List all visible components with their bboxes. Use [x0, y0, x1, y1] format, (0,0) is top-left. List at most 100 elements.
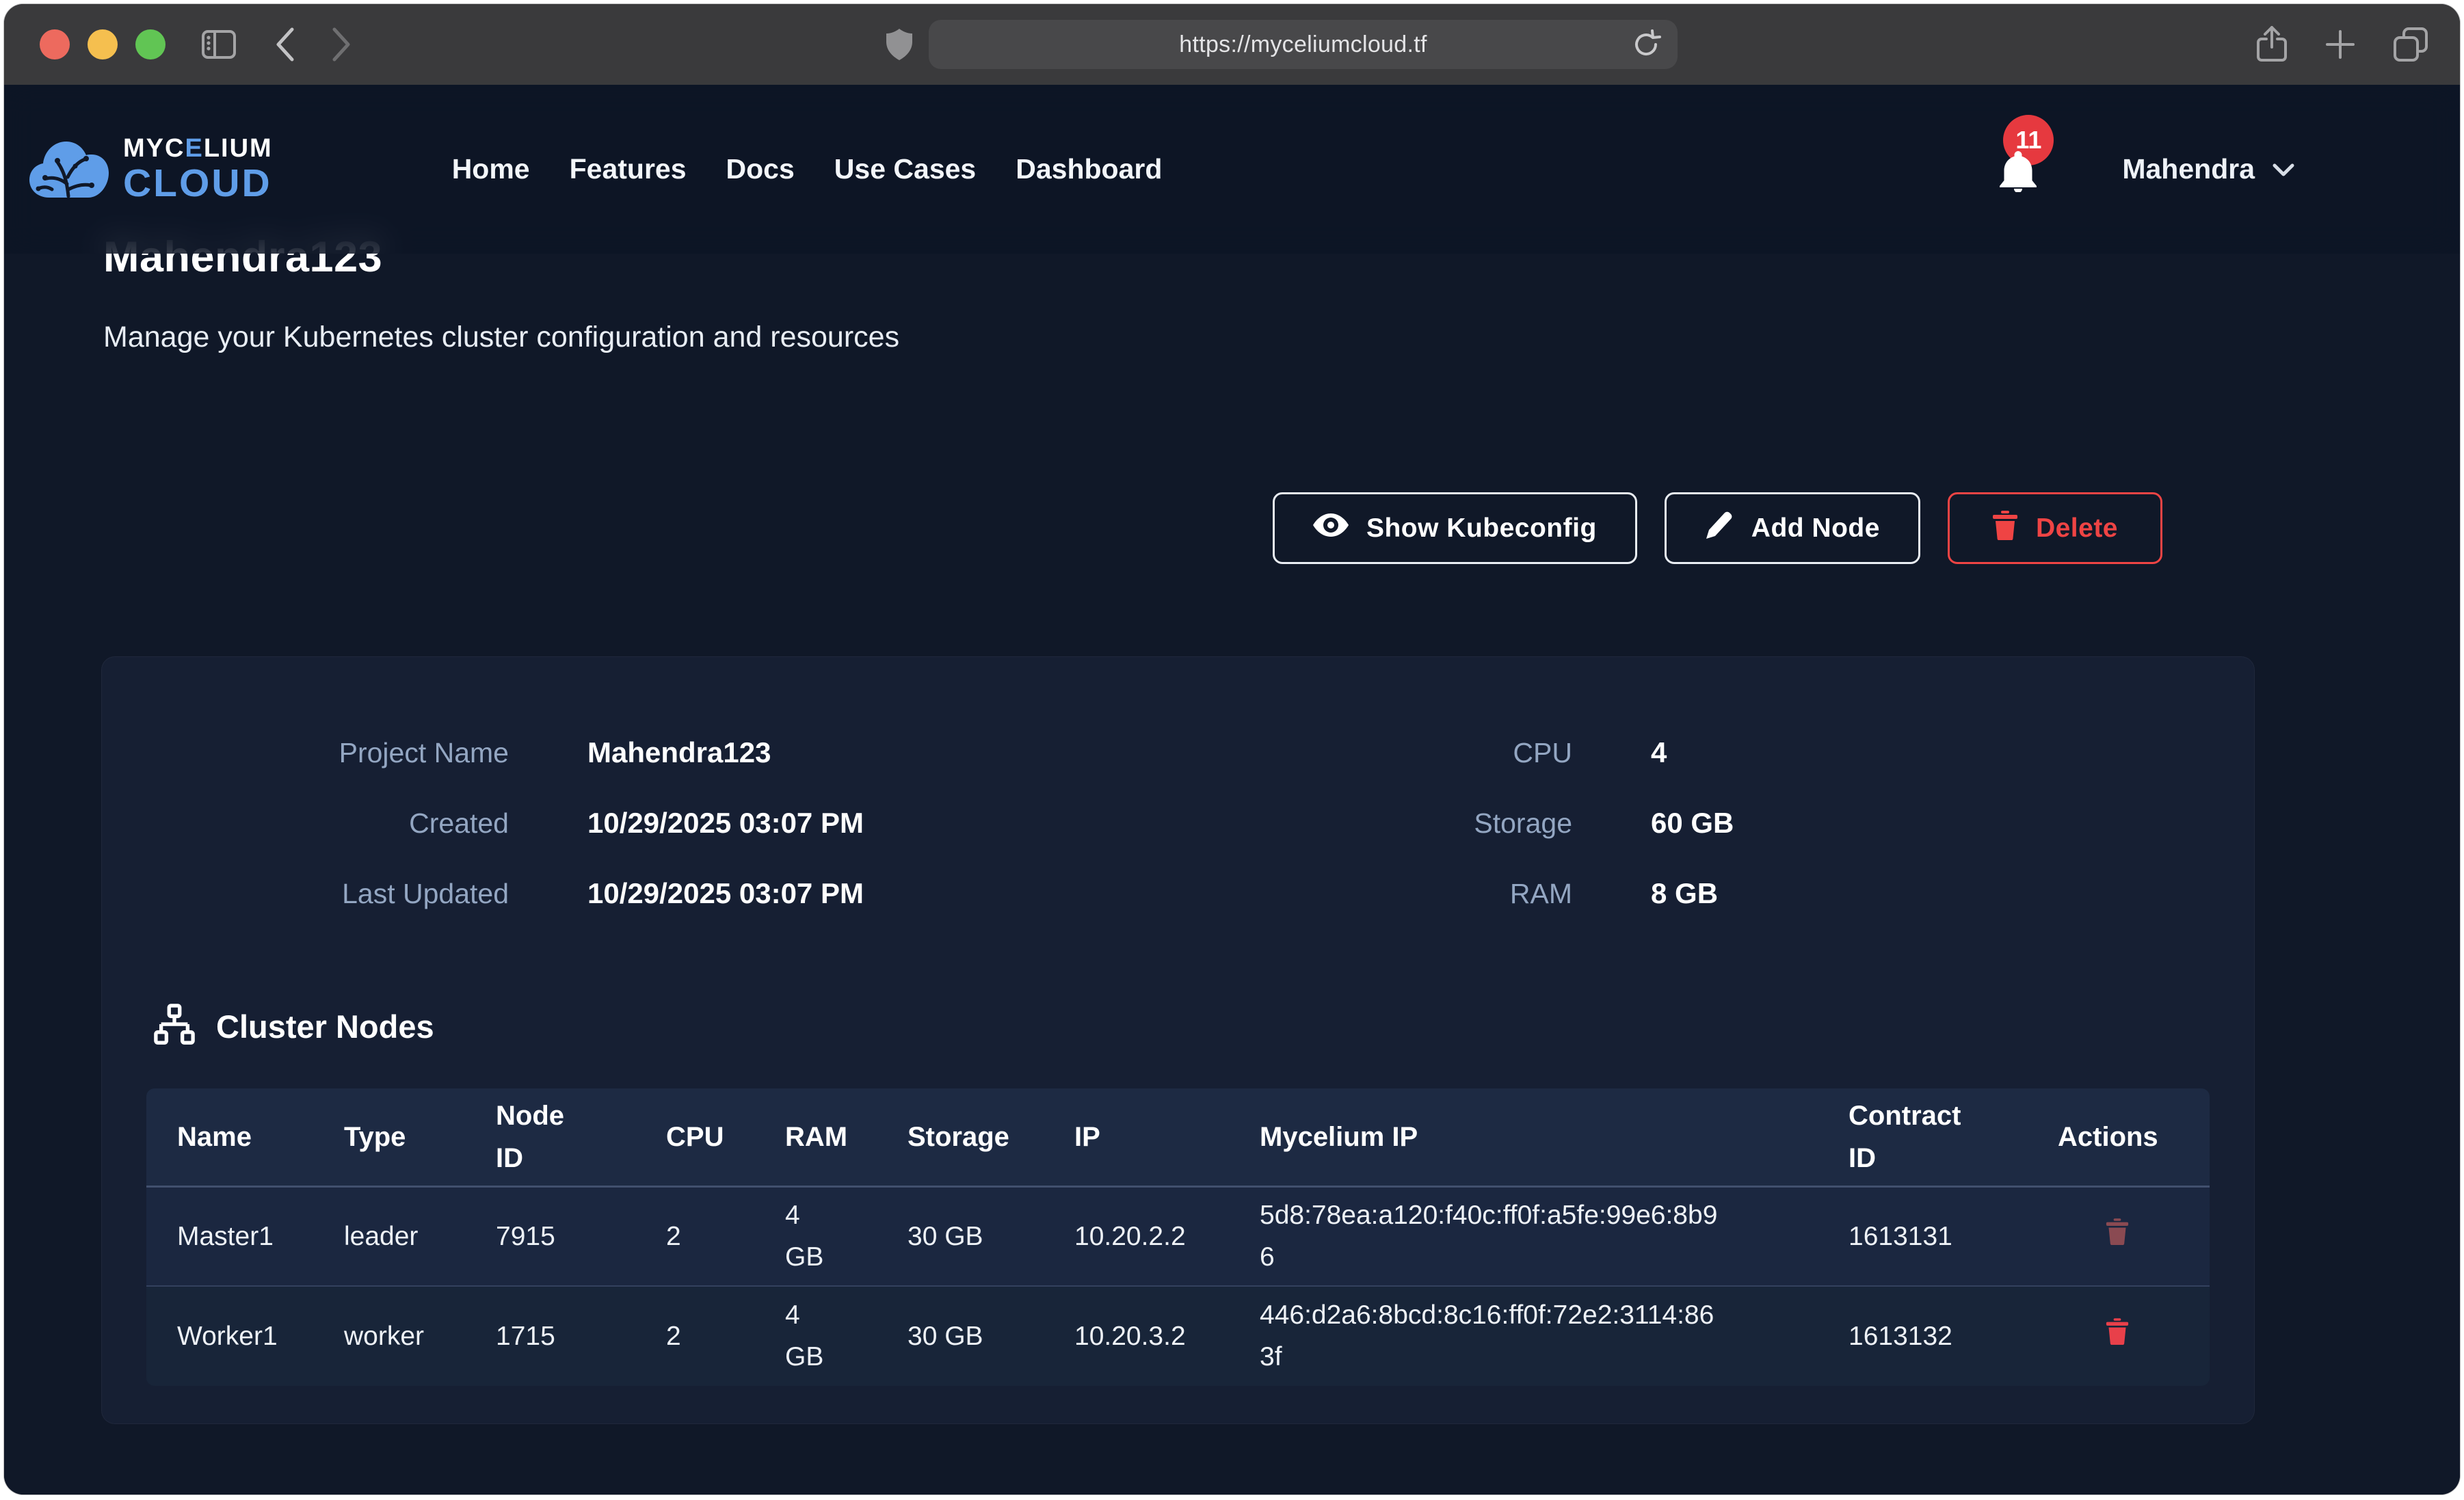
forward-icon[interactable]: [331, 27, 352, 62]
browser-chrome: https://myceliumcloud.tf: [4, 4, 2460, 85]
cell-ram: 4 GB: [785, 1295, 833, 1378]
nav-link-home[interactable]: Home: [452, 153, 530, 185]
delete-cluster-button[interactable]: Delete: [1948, 492, 2162, 564]
cell-ip: 10.20.2.2: [1074, 1216, 1260, 1257]
cluster-nodes-table: Name Type Node ID CPU RAM Storage IP Myc…: [146, 1088, 2210, 1386]
col-cpu: CPU: [666, 1116, 785, 1158]
col-type: Type: [344, 1116, 496, 1158]
last-updated-label: Last Updated: [102, 878, 509, 910]
project-name-label: Project Name: [102, 737, 509, 769]
brand-line-2: CLOUD: [123, 164, 273, 203]
page-subtitle: Manage your Kubernetes cluster configura…: [103, 321, 2460, 354]
cell-node-id: 1715: [496, 1316, 666, 1357]
bell-icon: [1998, 150, 2039, 196]
minimize-window-button[interactable]: [88, 29, 118, 59]
cell-ram: 4 GB: [785, 1195, 833, 1278]
col-actions: Actions: [2058, 1116, 2210, 1158]
ram-value: 8 GB: [1651, 877, 1718, 910]
cluster-details-card: Project Name Mahendra123 Created 10/29/2…: [101, 656, 2255, 1424]
sidebar-toggle-icon[interactable]: [201, 29, 237, 59]
cpu-label: CPU: [1169, 737, 1572, 769]
cell-cpu: 2: [666, 1216, 785, 1257]
brand-logo[interactable]: MYCELIUM CLOUD: [27, 132, 273, 206]
table-row: Master1 leader 7915 2 4 GB 30 GB 10.20.2…: [146, 1188, 2210, 1287]
info-row-project-name: Project Name Mahendra123: [102, 729, 1169, 777]
storage-value: 60 GB: [1651, 807, 1734, 840]
back-icon[interactable]: [275, 27, 295, 62]
cell-type: leader: [344, 1216, 496, 1257]
show-kubeconfig-label: Show Kubeconfig: [1366, 513, 1597, 544]
cluster-nodes-heading: Cluster Nodes: [153, 1002, 2254, 1051]
table-row: Worker1 worker 1715 2 4 GB 30 GB 10.20.3…: [146, 1287, 2210, 1386]
col-mycelium-ip: Mycelium IP: [1260, 1116, 1849, 1158]
table-header-row: Name Type Node ID CPU RAM Storage IP Myc…: [146, 1088, 2210, 1188]
user-name: Mahendra: [2122, 153, 2255, 185]
delete-node-icon[interactable]: [2106, 1218, 2129, 1245]
traffic-lights: [40, 29, 165, 59]
col-name: Name: [177, 1116, 344, 1158]
info-row-cpu: CPU 4: [1169, 729, 2254, 777]
cluster-nodes-title: Cluster Nodes: [216, 1008, 434, 1045]
show-kubeconfig-button[interactable]: Show Kubeconfig: [1273, 492, 1637, 564]
info-row-storage: Storage 60 GB: [1169, 799, 2254, 847]
zoom-window-button[interactable]: [135, 29, 165, 59]
cell-contract-id: 1613131: [1849, 1216, 2058, 1257]
cell-name: Worker1: [177, 1316, 344, 1357]
ram-label: RAM: [1169, 878, 1572, 910]
cell-type: worker: [344, 1316, 496, 1357]
nav-link-docs[interactable]: Docs: [726, 153, 795, 185]
chevron-down-icon: [2273, 163, 2294, 180]
tab-overview-icon[interactable]: [2393, 27, 2428, 62]
page-viewport: MYCELIUM CLOUD Home Features Docs Use Ca…: [4, 85, 2460, 1495]
cell-cpu: 2: [666, 1316, 785, 1357]
last-updated-value: 10/29/2025 03:07 PM: [587, 877, 864, 910]
brand-text: MYCELIUM CLOUD: [123, 135, 273, 203]
storage-label: Storage: [1169, 807, 1572, 840]
created-label: Created: [102, 807, 509, 840]
created-value: 10/29/2025 03:07 PM: [587, 807, 864, 840]
project-info: Project Name Mahendra123 Created 10/29/2…: [102, 729, 2254, 940]
add-node-button[interactable]: Add Node: [1665, 492, 1920, 564]
pencil-icon: [1705, 510, 1734, 547]
eye-icon: [1313, 512, 1349, 545]
cell-mycelium-ip: 5d8:78ea:a120:f40c:ff0f:a5fe:99e6:8b96: [1260, 1195, 1719, 1278]
info-row-last-updated: Last Updated 10/29/2025 03:07 PM: [102, 870, 1169, 918]
trash-icon: [1992, 510, 2018, 547]
cell-storage: 30 GB: [908, 1316, 1074, 1357]
cell-contract-id: 1613132: [1849, 1316, 2058, 1357]
delete-node-icon[interactable]: [2106, 1317, 2129, 1345]
project-name-value: Mahendra123: [587, 736, 771, 769]
cpu-value: 4: [1651, 736, 1667, 769]
main-nav: Home Features Docs Use Cases Dashboard: [452, 153, 1163, 185]
nav-link-use-cases[interactable]: Use Cases: [834, 153, 976, 185]
info-row-ram: RAM 8 GB: [1169, 870, 2254, 918]
url-text: https://myceliumcloud.tf: [946, 31, 1660, 58]
info-row-created: Created 10/29/2025 03:07 PM: [102, 799, 1169, 847]
cluster-actions-toolbar: Show Kubeconfig Add Node Delete: [4, 492, 2162, 564]
col-node-id: Node ID: [496, 1095, 578, 1179]
reload-icon[interactable]: [1631, 29, 1661, 63]
add-node-label: Add Node: [1751, 513, 1880, 544]
page-content: Mahendra123 Manage your Kubernetes clust…: [4, 85, 2460, 1424]
user-menu[interactable]: Mahendra: [2122, 153, 2294, 185]
delete-label: Delete: [2036, 513, 2118, 544]
col-ram: RAM: [785, 1116, 908, 1158]
cell-ip: 10.20.3.2: [1074, 1316, 1260, 1357]
col-storage: Storage: [908, 1116, 1074, 1158]
cell-mycelium-ip: 446:d2a6:8bcd:8c16:ff0f:72e2:3114:863f: [1260, 1295, 1719, 1378]
close-window-button[interactable]: [40, 29, 70, 59]
share-icon[interactable]: [2256, 25, 2288, 64]
browser-window: https://myceliumcloud.tf: [4, 4, 2460, 1495]
cell-storage: 30 GB: [908, 1216, 1074, 1257]
col-contract-id: Contract ID: [1849, 1095, 1972, 1179]
nav-link-dashboard[interactable]: Dashboard: [1016, 153, 1162, 185]
nav-link-features[interactable]: Features: [570, 153, 687, 185]
address-bar[interactable]: https://myceliumcloud.tf: [929, 20, 1678, 69]
cell-name: Master1: [177, 1216, 344, 1257]
notifications-button[interactable]: 11: [1998, 144, 2041, 196]
mycelium-cloud-logo-icon: [27, 132, 111, 206]
cluster-nodes-icon: [153, 1004, 196, 1049]
privacy-shield-icon[interactable]: [886, 29, 912, 60]
brand-line-1: MYCELIUM: [123, 135, 273, 161]
new-tab-icon[interactable]: [2324, 29, 2356, 60]
